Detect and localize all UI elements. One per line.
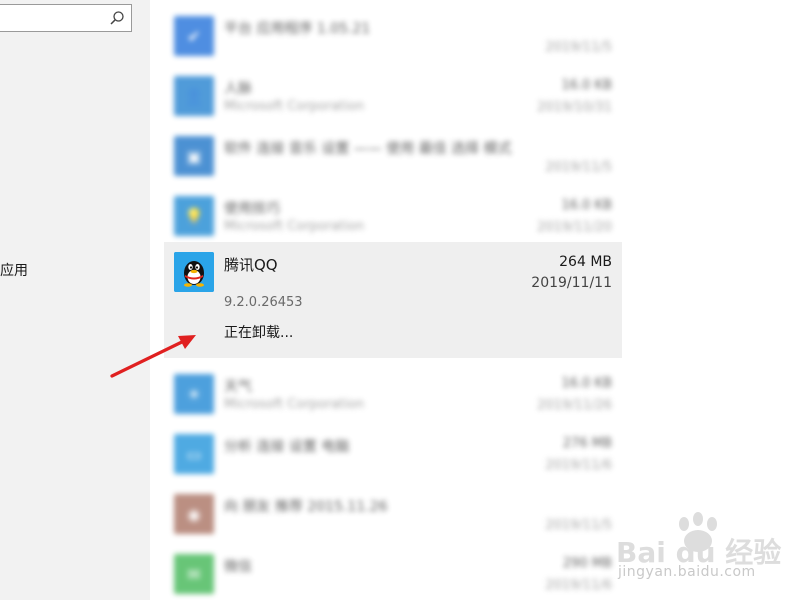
- app-size: 16.0 KB: [561, 198, 612, 213]
- app-list-item[interactable]: 👤 人脉 Microsoft Corporation 16.0 KB 2019/…: [164, 64, 622, 124]
- monitor-icon: ▭: [174, 434, 214, 474]
- app-icon: ✔: [174, 16, 214, 56]
- people-icon: 👤: [174, 76, 214, 116]
- app-publisher: Microsoft Corporation: [224, 99, 365, 114]
- search-icon[interactable]: [109, 10, 125, 26]
- app-list-item[interactable]: 💡 使用技巧 Microsoft Corporation 16.0 KB 201…: [164, 184, 622, 244]
- app-list-item[interactable]: ▣ 软件 连接 音乐 设置 —— 使用 最佳 选择 模式 2019/11/5: [164, 124, 622, 184]
- app-name: 人脉: [224, 81, 252, 97]
- app-list-item[interactable]: ▭ 分析 连接 设置 电脑 276 MB 2019/11/6: [164, 422, 622, 482]
- app-date: 2019/11/5: [545, 40, 612, 55]
- app-date: 2019/11/26: [537, 398, 612, 413]
- qq-penguin-icon: [174, 252, 214, 292]
- app-size: 16.0 KB: [561, 376, 612, 391]
- app-name: 腾讯QQ: [224, 256, 278, 274]
- red-arrow-annotation: [110, 335, 196, 378]
- app-version: 9.2.0.26453: [224, 295, 303, 310]
- app-list-item[interactable]: ◉ 向 朋友 推荐 2015.11.26 2019/11/5: [164, 482, 622, 542]
- app-size: 16.0 KB: [561, 78, 612, 93]
- app-date: 2019/10/31: [537, 100, 612, 115]
- app-name: 分析 连接 设置 电脑: [224, 439, 350, 455]
- app-size: 276 MB: [562, 436, 612, 451]
- app-publisher: Microsoft Corporation: [224, 397, 365, 412]
- app-name: 微信: [224, 559, 252, 575]
- app-date: 2019/11/11: [531, 275, 612, 291]
- app-size: 264 MB: [559, 254, 612, 270]
- selected-app-item[interactable]: 腾讯QQ 264 MB 2019/11/11 9.2.0.26453 正在卸载.…: [164, 242, 622, 358]
- app-list-item[interactable]: ✉ 微信 290 MB 2019/11/6: [164, 542, 622, 602]
- uninstall-status: 正在卸载...: [224, 325, 294, 341]
- app-name: 使用技巧: [224, 201, 280, 217]
- app-date: 2019/11/6: [545, 458, 612, 473]
- app-date: 2019/11/20: [537, 220, 612, 235]
- wechat-icon: ✉: [174, 554, 214, 594]
- app-list-item[interactable]: ☀ 天气 Microsoft Corporation 16.0 KB 2019/…: [164, 362, 622, 422]
- watermark-url: jingyan.baidu.com: [618, 564, 756, 580]
- app-name: 向 朋友 推荐 2015.11.26: [224, 499, 388, 515]
- app-list-item[interactable]: ✔ 平台 应用程序 1.05.21 2019/11/5: [164, 4, 622, 64]
- nav-item-apps[interactable]: 应用: [0, 260, 28, 280]
- app-date: 2019/11/5: [545, 160, 612, 175]
- left-pane: 应用: [0, 0, 150, 600]
- app-name: 平台 应用程序 1.05.21: [224, 21, 371, 37]
- tips-icon: 💡: [174, 196, 214, 236]
- app-publisher: Microsoft Corporation: [224, 219, 365, 234]
- app-icon: ▣: [174, 136, 214, 176]
- app-name: 天气: [224, 379, 252, 395]
- photo-icon: ◉: [174, 494, 214, 534]
- search-input[interactable]: [0, 4, 132, 32]
- app-name: 软件 连接 音乐 设置 —— 使用 最佳 选择 模式: [224, 141, 512, 157]
